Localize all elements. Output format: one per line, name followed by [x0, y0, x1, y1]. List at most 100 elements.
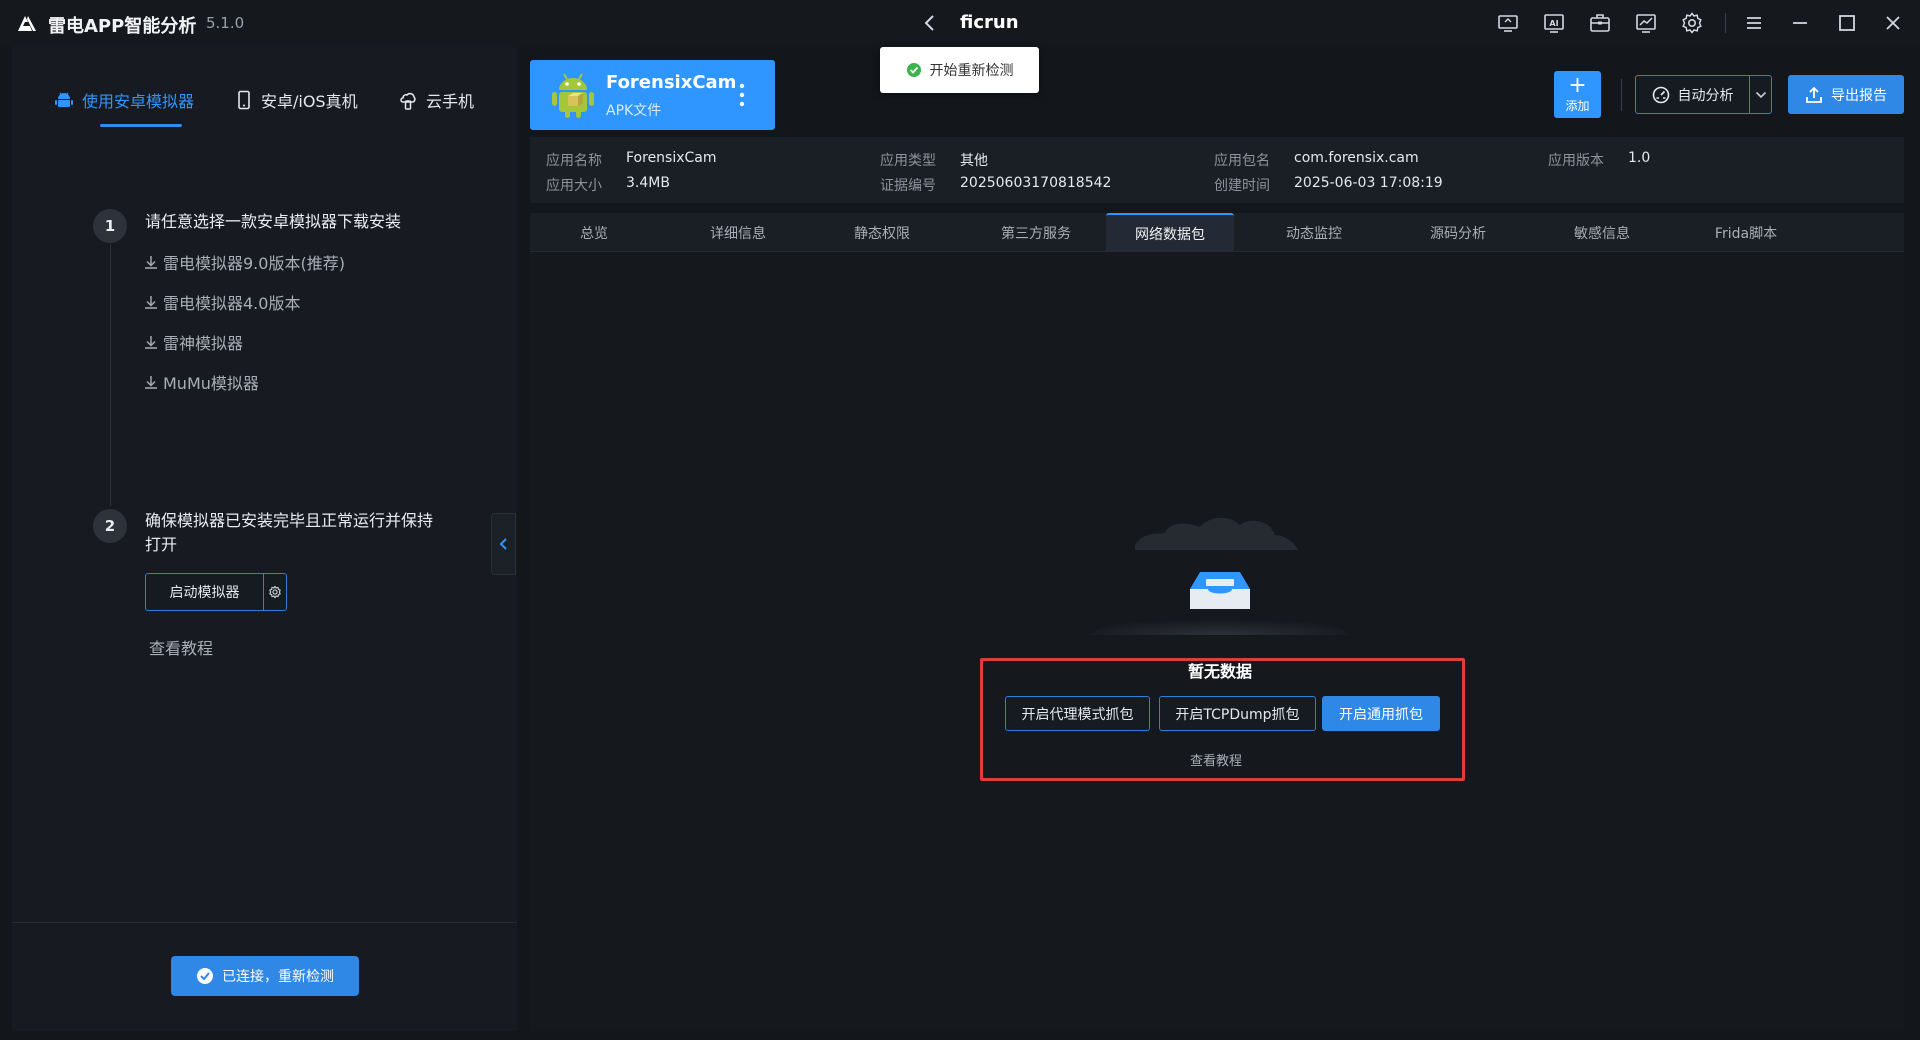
toast-text: 开始重新检测: [929, 63, 1014, 79]
screen-cast-icon[interactable]: [1496, 11, 1520, 35]
download-icon: [145, 256, 157, 269]
created-time-label: 创建时间: [1214, 178, 1270, 194]
app-card[interactable]: ForensixCam APK文件: [530, 60, 775, 130]
android-icon: [55, 92, 73, 107]
tcpdump-capture-button[interactable]: 开启TCPDump抓包: [1159, 696, 1316, 731]
app-size-value: 3.4MB: [626, 175, 670, 191]
emulator-settings-button[interactable]: [264, 574, 286, 610]
tab-real-device[interactable]: 安卓/iOS真机: [235, 88, 358, 112]
download-mumu[interactable]: MuMu模拟器: [143, 370, 259, 394]
tab-network-packets[interactable]: 网络数据包: [1106, 213, 1234, 252]
toast-notification: 开始重新检测: [880, 47, 1039, 93]
plus-icon: +: [1568, 73, 1587, 98]
app-card-name: ForensixCam: [606, 72, 737, 93]
chevron-left-icon: [499, 538, 507, 550]
back-arrow-icon[interactable]: [918, 11, 942, 35]
gear-icon: [269, 585, 281, 599]
export-report-label: 导出报告: [1831, 87, 1887, 104]
more-vertical-icon[interactable]: [737, 82, 747, 108]
step-connector-line: [110, 244, 111, 506]
settings-icon[interactable]: [1680, 11, 1704, 35]
download-icon: [145, 376, 157, 389]
svg-text:AI: AI: [1549, 19, 1558, 28]
export-report-button[interactable]: 导出报告: [1788, 75, 1904, 114]
proxy-capture-button[interactable]: 开启代理模式抓包: [1005, 696, 1150, 731]
app-type-label: 应用类型: [880, 153, 936, 169]
app-name-label: 应用名称: [546, 153, 602, 169]
app-version-value: 1.0: [1628, 150, 1651, 166]
tab-android-emulator[interactable]: 使用安卓模拟器: [54, 88, 194, 112]
toolbox-icon[interactable]: [1588, 11, 1612, 35]
menu-icon[interactable]: [1742, 11, 1766, 35]
chevron-down-icon: [1755, 91, 1766, 98]
general-capture-button[interactable]: 开启通用抓包: [1322, 696, 1440, 731]
titlebar-divider: [1725, 13, 1726, 33]
start-emulator-split-button: 启动模拟器: [145, 573, 287, 611]
app-card-type: APK文件: [606, 103, 662, 119]
empty-inbox-illustration: [1090, 517, 1350, 635]
tab-cloud-phone-label: 云手机: [426, 92, 475, 111]
package-name-value: com.forensix.cam: [1294, 150, 1419, 166]
download-leishen[interactable]: 雷神模拟器: [143, 330, 243, 354]
download-icon: [145, 296, 157, 309]
reconnect-button-label: 已连接，重新检测: [222, 969, 334, 985]
tab-sensitive-info[interactable]: 敏感信息: [1556, 213, 1648, 252]
app-name-value: ForensixCam: [626, 150, 717, 166]
step-1-number: 1: [93, 209, 127, 243]
download-link-label: 雷电模拟器4.0版本: [163, 294, 301, 313]
left-tutorial-link[interactable]: 查看教程: [149, 635, 213, 659]
cloud-phone-icon: [400, 92, 416, 110]
tab-android-emulator-label: 使用安卓模拟器: [82, 92, 195, 111]
step-2-title-line1: 确保模拟器已安装完毕且正常运行并保持: [145, 511, 434, 530]
active-tab-underline: [100, 124, 182, 127]
download-leidian-4[interactable]: 雷电模拟器4.0版本: [143, 290, 300, 314]
tab-source-analysis[interactable]: 源码分析: [1412, 213, 1504, 252]
maximize-icon[interactable]: [1835, 11, 1859, 35]
app-version-label: 应用版本: [1548, 153, 1604, 169]
add-button[interactable]: + 添加: [1554, 71, 1601, 118]
reconnect-button[interactable]: 已连接，重新检测: [171, 956, 359, 996]
action-divider: [1621, 79, 1622, 111]
download-leidian-9[interactable]: 雷电模拟器9.0版本(推荐): [143, 250, 345, 274]
auto-analysis-button[interactable]: 自动分析: [1636, 76, 1750, 113]
tab-dynamic-monitor[interactable]: 动态监控: [1268, 213, 1360, 252]
created-time-value: 2025-06-03 17:08:19: [1294, 175, 1443, 191]
package-name-label: 应用包名: [1214, 153, 1270, 169]
tab-cloud-phone[interactable]: 云手机: [398, 88, 474, 112]
auto-analysis-label: 自动分析: [1677, 87, 1734, 104]
upload-icon: [1806, 86, 1822, 103]
step-2-title: 确保模拟器已安装完毕且正常运行并保持 打开: [145, 509, 433, 557]
evidence-id-value: 20250603170818542: [960, 175, 1112, 191]
android-app-icon: [552, 73, 594, 118]
project-name: ficrun: [960, 12, 1019, 33]
step-2-number: 2: [93, 509, 127, 543]
tab-real-device-label: 安卓/iOS真机: [261, 92, 358, 111]
monitor-chart-icon[interactable]: [1634, 11, 1658, 35]
download-link-label: 雷神模拟器: [163, 334, 244, 353]
add-button-label: 添加: [1565, 99, 1590, 113]
app-name: 雷电APP智能分析: [48, 16, 197, 37]
tab-overview[interactable]: 总览: [548, 213, 640, 252]
close-icon[interactable]: [1881, 11, 1905, 35]
app-logo-icon: [18, 16, 36, 31]
app-version: 5.1.0: [206, 14, 245, 32]
ai-icon[interactable]: AI: [1542, 11, 1566, 35]
success-icon: [906, 63, 921, 77]
tab-static-permissions[interactable]: 静态权限: [836, 213, 928, 252]
tab-details[interactable]: 详细信息: [692, 213, 784, 252]
step-1-title: 请任意选择一款安卓模拟器下载安装: [145, 212, 402, 231]
app-type-value: 其他: [960, 153, 988, 169]
content-area: [530, 252, 1904, 1031]
gauge-icon: [1652, 86, 1669, 103]
minimize-icon[interactable]: [1788, 11, 1812, 35]
start-emulator-button[interactable]: 启动模拟器: [146, 574, 264, 610]
capture-tutorial-link[interactable]: 查看教程: [1190, 750, 1242, 769]
auto-analysis-dropdown[interactable]: [1750, 76, 1771, 113]
step-2-title-line2: 打开: [145, 535, 178, 554]
collapse-panel-button[interactable]: [491, 513, 516, 575]
download-link-label: 雷电模拟器9.0版本(推荐): [163, 254, 345, 273]
app-size-label: 应用大小: [546, 178, 602, 194]
tab-frida-script[interactable]: Frida脚本: [1700, 213, 1792, 252]
evidence-id-label: 证据编号: [880, 178, 936, 194]
tab-third-party-services[interactable]: 第三方服务: [980, 213, 1092, 252]
